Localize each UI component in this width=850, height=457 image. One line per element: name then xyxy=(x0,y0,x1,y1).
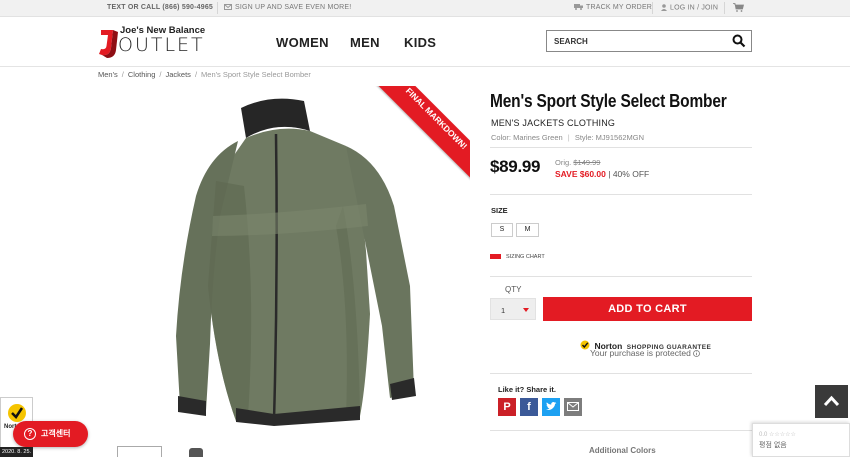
logo-outlet-text: OUTLET xyxy=(118,34,205,56)
site-header: Joe's New Balance OUTLET WOMEN MEN KIDS … xyxy=(0,17,850,67)
original-price: Orig. $149.99 xyxy=(555,158,600,167)
track-label: TRACK MY ORDER xyxy=(586,4,653,11)
pinterest-icon[interactable]: P xyxy=(498,398,516,416)
thumbnail-strip xyxy=(117,446,217,457)
breadcrumb-jackets[interactable]: Jackets xyxy=(166,70,191,79)
user-icon xyxy=(661,4,667,11)
divider xyxy=(490,373,752,374)
nav-kids[interactable]: KIDS xyxy=(404,35,436,50)
qty-value: 1 xyxy=(501,306,506,315)
phone-text[interactable]: TEXT OR CALL (866) 590-4965 xyxy=(107,4,213,11)
qty-label: QTY xyxy=(505,285,522,294)
norton-check-icon xyxy=(8,404,26,422)
info-icon[interactable] xyxy=(693,350,701,358)
breadcrumb-mens[interactable]: Men's xyxy=(98,70,118,79)
additional-colors-heading: Additional Colors xyxy=(589,446,656,455)
thumbnail[interactable] xyxy=(117,446,162,457)
sale-price: $89.99 xyxy=(490,157,541,176)
size-label: SIZE xyxy=(491,206,508,215)
track-order-link[interactable]: TRACK MY ORDER xyxy=(574,4,652,11)
size-m-button[interactable]: M xyxy=(516,223,539,237)
cart-icon xyxy=(733,3,745,12)
breadcrumb-clothing[interactable]: Clothing xyxy=(128,70,156,79)
divider xyxy=(217,2,218,14)
customer-center-label: 고객센터 xyxy=(41,429,71,438)
ruler-icon xyxy=(490,254,501,260)
help-icon: ? xyxy=(24,428,36,440)
login-link[interactable]: LOG IN / JOIN xyxy=(661,4,718,11)
checkmark-icon xyxy=(580,340,590,350)
product-category: MEN'S JACKETS CLOTHING xyxy=(491,118,616,128)
customer-center-button[interactable]: ? 고객센터 xyxy=(13,421,88,447)
logo-j-icon xyxy=(99,30,118,58)
search-icon[interactable] xyxy=(732,34,746,48)
divider xyxy=(490,276,752,277)
review-widget[interactable]: 0.0 ☆☆☆☆☆ 평점 없음 xyxy=(752,423,850,457)
chevron-down-icon xyxy=(523,308,529,312)
signup-link[interactable]: SIGN UP AND SAVE EVEN MORE! xyxy=(224,4,351,11)
product-style: Style: MJ91562MGN xyxy=(574,133,645,142)
savings: SAVE $60.00 | 40% OFF xyxy=(555,169,650,179)
email-icon[interactable] xyxy=(564,398,582,416)
star-rating: 0.0 ☆☆☆☆☆ xyxy=(759,432,796,438)
percent-off: 40% OFF xyxy=(612,169,650,179)
product-meta: Color: Marines Green | Style: MJ91562MGN xyxy=(491,133,645,142)
size-s-button[interactable]: S xyxy=(491,223,513,237)
product-color: Color: Marines Green xyxy=(491,133,563,142)
date-stamp: 2020. 8. 25. xyxy=(0,447,33,457)
product-title: Men's Sport Style Select Bomber xyxy=(490,91,727,111)
norton-guarantee[interactable]: Norton SHOPPING GUARANTEE Your purchase … xyxy=(580,336,711,358)
orig-label: Orig. xyxy=(555,158,572,167)
breadcrumb: Men's / Clothing / Jackets / Men's Sport Style… xyxy=(98,70,311,79)
norton-subtext: Your purchase is protected xyxy=(590,348,701,358)
orig-price: $149.99 xyxy=(573,158,601,167)
product-image[interactable]: FINAL MARKDOWN! xyxy=(98,86,470,428)
nav-men[interactable]: MEN xyxy=(350,35,380,50)
twitter-icon[interactable] xyxy=(542,398,560,416)
chevron-up-icon xyxy=(823,395,840,407)
save-amount: SAVE $60.00 xyxy=(555,169,606,179)
divider xyxy=(724,2,725,14)
back-to-top-button[interactable] xyxy=(815,385,848,418)
sizing-chart-label: SIZING CHART xyxy=(506,254,545,260)
site-logo[interactable]: Joe's New Balance OUTLET xyxy=(97,24,207,60)
breadcrumb-current: Men's Sport Style Select Bomber xyxy=(201,70,311,79)
review-text: 평점 없음 xyxy=(759,442,787,449)
search-input[interactable]: SEARCH xyxy=(546,30,752,52)
thumbnail[interactable] xyxy=(189,448,203,457)
sizing-chart-link[interactable]: SIZING CHART xyxy=(490,254,545,260)
truck-icon xyxy=(574,4,583,11)
mail-icon xyxy=(224,4,232,11)
divider xyxy=(490,194,752,195)
top-utility-bar: TEXT OR CALL (866) 590-4965 SIGN UP AND … xyxy=(0,0,850,17)
signup-label: SIGN UP AND SAVE EVEN MORE! xyxy=(235,4,352,11)
divider xyxy=(490,430,752,431)
jacket-image xyxy=(176,98,416,426)
nav-women[interactable]: WOMEN xyxy=(276,35,329,50)
share-label: Like it? Share it. xyxy=(498,385,556,394)
divider xyxy=(652,2,653,14)
search-placeholder: SEARCH xyxy=(554,37,588,46)
norton-sub-label: Your purchase is protected xyxy=(590,348,691,358)
quantity-select[interactable]: 1 xyxy=(490,298,536,320)
divider xyxy=(490,147,752,148)
login-label: LOG IN / JOIN xyxy=(670,4,719,12)
facebook-icon[interactable]: f xyxy=(520,398,538,416)
cart-button[interactable] xyxy=(733,3,745,14)
add-to-cart-button[interactable]: ADD TO CART xyxy=(543,297,752,321)
